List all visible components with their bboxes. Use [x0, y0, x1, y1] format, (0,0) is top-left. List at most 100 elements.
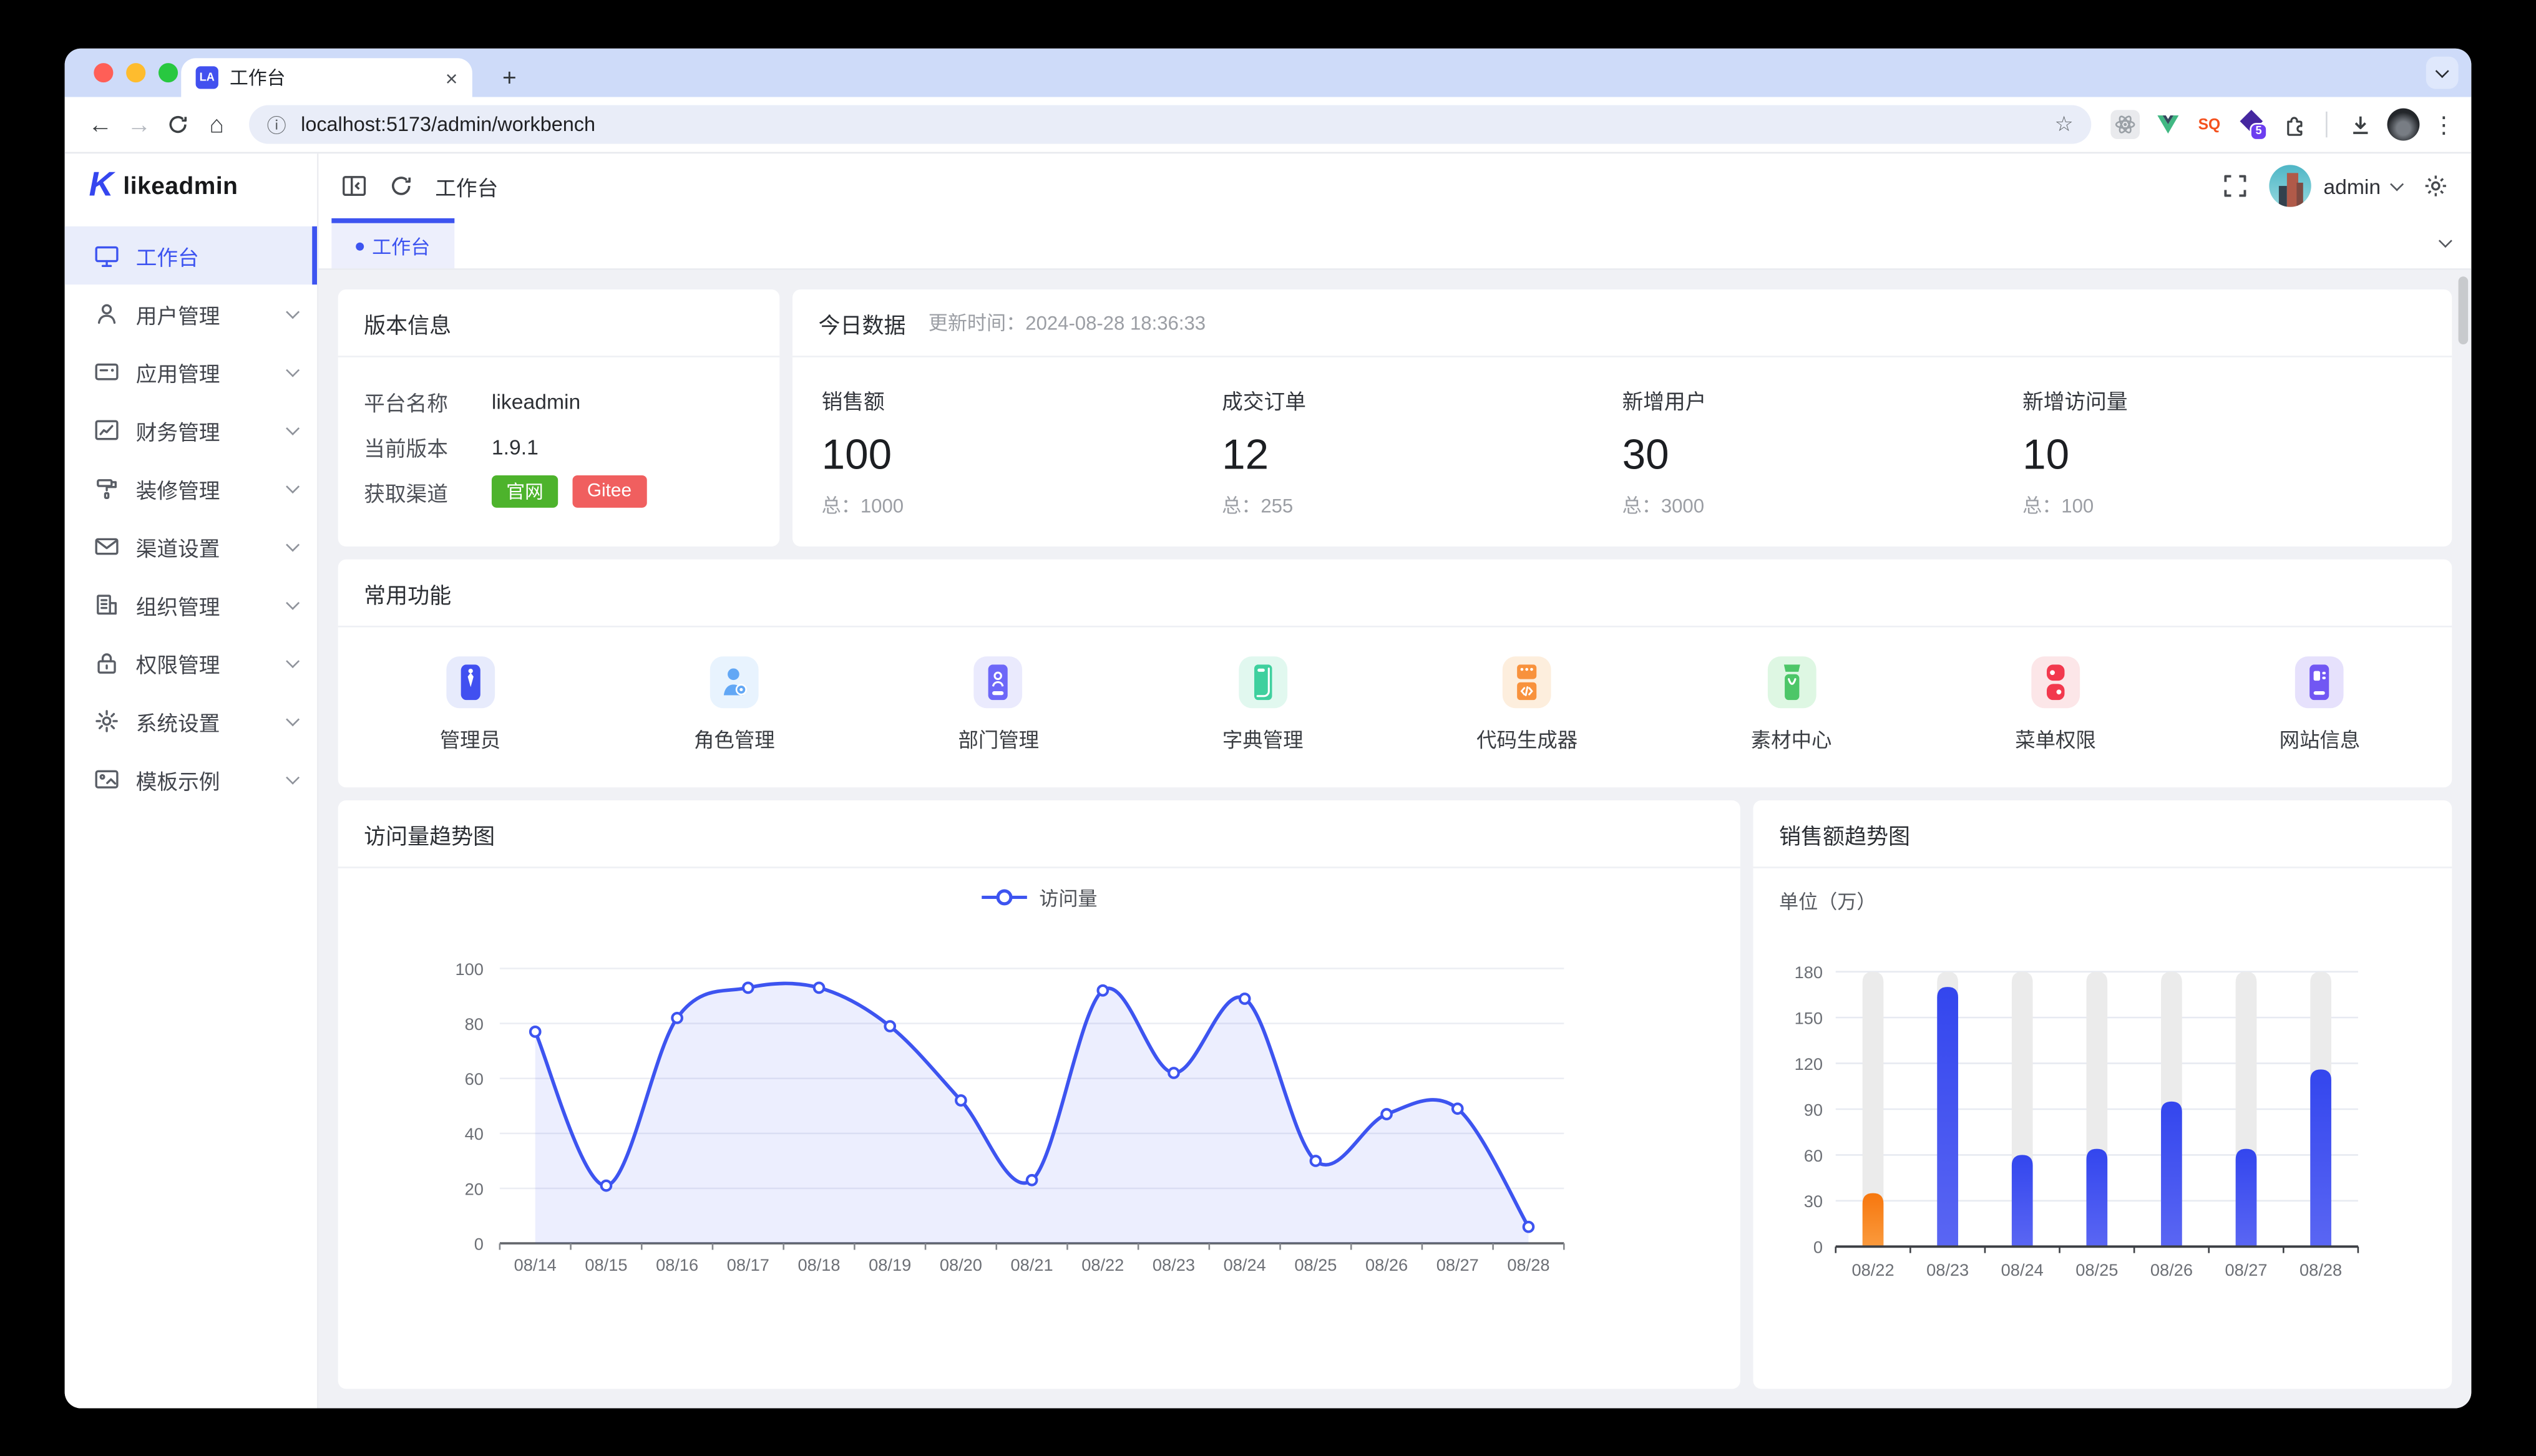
quick-item-label: 字典管理	[1222, 723, 1304, 754]
site-info-icon[interactable]: ⓘ	[267, 111, 286, 138]
puzzle-glyph	[2281, 112, 2306, 137]
stat-total: 总：255	[1222, 492, 1622, 519]
tabstrip-chevron-button[interactable]	[2426, 57, 2459, 89]
tab-close-icon[interactable]: ×	[446, 67, 458, 89]
sidebar-item-7[interactable]: 权限管理	[65, 634, 317, 692]
quick-item-素材中心[interactable]: 素材中心	[1659, 656, 1923, 754]
downloads-icon[interactable]	[2345, 110, 2374, 139]
svg-text:08/22: 08/22	[1851, 1260, 1894, 1279]
sq-extension-icon[interactable]: SQ	[2195, 110, 2224, 139]
browser-menu-icon[interactable]: ⋮	[2432, 111, 2455, 138]
dept-card-icon-glyph	[986, 664, 1012, 700]
stat-total: 总：100	[2022, 492, 2422, 519]
zoom-window-button[interactable]	[158, 63, 178, 82]
quick-item-部门管理[interactable]: 部门管理	[867, 656, 1131, 754]
quick-item-管理员[interactable]: 管理员	[338, 656, 602, 754]
version-row-label: 当前版本	[364, 431, 467, 462]
quick-card-title: 常用功能	[338, 560, 2452, 628]
quick-item-菜单权限[interactable]: 菜单权限	[1923, 656, 2187, 754]
chevron-down-icon	[286, 421, 300, 435]
bookmark-star-icon[interactable]: ☆	[2055, 112, 2074, 137]
stat-销售额: 销售额100总：1000	[822, 385, 1222, 519]
svg-text:0: 0	[474, 1234, 484, 1253]
version-card-body: 平台名称likeadmin当前版本1.9.1获取渠道官网Gitee	[338, 357, 780, 535]
visits-line-chart: 02040608010008/1408/1508/1608/1708/1808/…	[338, 933, 1729, 1308]
sidebar-item-9[interactable]: 模板示例	[65, 750, 317, 808]
react-devtools-icon[interactable]	[2110, 110, 2140, 139]
url-text[interactable]: localhost:5173/admin/workbench	[301, 113, 2054, 135]
browser-tab[interactable]: LA 工作台 ×	[181, 58, 472, 97]
channel-button-官网[interactable]: 官网	[492, 475, 558, 508]
quick-item-字典管理[interactable]: 字典管理	[1131, 656, 1395, 754]
minimize-window-button[interactable]	[126, 63, 145, 82]
svg-text:40: 40	[465, 1124, 484, 1143]
avatar-building	[2296, 183, 2302, 207]
active-tab-bullet	[356, 241, 364, 250]
reload-icon[interactable]	[158, 105, 197, 143]
settings-gear-icon[interactable]	[2423, 173, 2449, 198]
sidebar-item-1[interactable]: 用户管理	[65, 284, 317, 342]
svg-text:08/22: 08/22	[1081, 1255, 1124, 1274]
tab-workbench[interactable]: 工作台	[331, 218, 454, 268]
scrollbar-thumb[interactable]	[2459, 276, 2469, 344]
browser-profile-avatar[interactable]	[2387, 109, 2420, 141]
sidebar-item-4[interactable]: 装修管理	[65, 459, 317, 517]
refresh-page-icon[interactable]	[388, 173, 414, 198]
user-avatar[interactable]	[2268, 165, 2310, 206]
vue-devtools-icon[interactable]	[2153, 110, 2182, 139]
svg-text:08/27: 08/27	[2225, 1260, 2267, 1279]
sales-chart-title: 销售额趋势图	[1753, 800, 2452, 868]
chart-legend[interactable]: 访问量	[338, 868, 1740, 926]
chevron-down-icon	[286, 770, 300, 784]
fullscreen-icon[interactable]	[2221, 173, 2247, 198]
sidebar-item-label: 模板示例	[136, 764, 288, 795]
version-card-title: 版本信息	[338, 289, 780, 357]
close-window-button[interactable]	[94, 63, 113, 82]
sidebar-item-2[interactable]: 应用管理	[65, 342, 317, 400]
purple-diamond-extension-icon[interactable]: 5	[2237, 110, 2266, 139]
sidebar-item-5[interactable]: 渠道设置	[65, 517, 317, 575]
user-chevron-down-icon[interactable]	[2390, 177, 2404, 190]
quick-item-角色管理[interactable]: 角色管理	[602, 656, 866, 754]
stat-value: 10	[2022, 430, 2422, 480]
sidebar-item-3[interactable]: 财务管理	[65, 401, 317, 459]
main-area: 工作台 admin 工作台	[319, 153, 2472, 1408]
material-icon	[1767, 656, 1816, 708]
username[interactable]: admin	[2323, 174, 2381, 198]
quick-item-代码生成器[interactable]: 代码生成器	[1395, 656, 1659, 754]
codegen-icon	[1503, 656, 1551, 708]
visits-chart-card: 访问量趋势图 访问量 02040608010008/1408/1508/1608…	[338, 800, 1740, 1389]
vue-logo-glyph	[2155, 113, 2180, 135]
extensions-puzzle-icon[interactable]	[2279, 110, 2308, 139]
page-content: 版本信息 平台名称likeadmin当前版本1.9.1获取渠道官网Gitee 今…	[319, 270, 2472, 1409]
role-person-icon-glyph	[721, 664, 747, 700]
desktop: LA 工作台 × + ← → ⌂ ⓘ localhost:5173/admin/…	[0, 0, 2536, 1456]
svg-text:08/28: 08/28	[1507, 1255, 1549, 1274]
collapse-sidebar-icon[interactable]	[341, 173, 367, 198]
quick-item-网站信息[interactable]: 网站信息	[2188, 656, 2452, 754]
sidebar-item-0[interactable]: 工作台	[65, 226, 317, 284]
address-bar[interactable]: ⓘ localhost:5173/admin/workbench ☆	[249, 105, 2091, 143]
channel-button-Gitee[interactable]: Gitee	[573, 475, 646, 508]
chevron-down-icon	[286, 654, 300, 667]
quick-item-label: 网站信息	[2280, 723, 2361, 754]
quick-item-label: 管理员	[440, 723, 500, 754]
sidebar-item-8[interactable]: 系统设置	[65, 692, 317, 750]
home-icon[interactable]: ⌂	[197, 105, 236, 143]
back-icon[interactable]: ←	[81, 105, 120, 143]
stat-label: 新增用户	[1622, 385, 2022, 415]
mail-icon	[94, 533, 119, 559]
sales-bar-chart: 030609012015018008/2208/2308/2408/2508/2…	[1763, 923, 2418, 1311]
svg-text:150: 150	[1795, 1008, 1823, 1027]
tab-title: 工作台	[230, 65, 434, 90]
tabbar-dropdown-button[interactable]	[2419, 218, 2471, 268]
visits-chart-title: 访问量趋势图	[338, 800, 1740, 868]
forward-icon[interactable]: →	[120, 105, 158, 143]
sidebar-item-6[interactable]: 组织管理	[65, 576, 317, 634]
channel-buttons: 官网 Gitee	[492, 475, 646, 508]
stat-label: 销售额	[822, 385, 1222, 415]
new-tab-button[interactable]: +	[492, 60, 527, 95]
svg-text:08/24: 08/24	[1224, 1255, 1266, 1274]
legend-label: 访问量	[1039, 883, 1097, 911]
extension-badge: 5	[2250, 123, 2268, 141]
